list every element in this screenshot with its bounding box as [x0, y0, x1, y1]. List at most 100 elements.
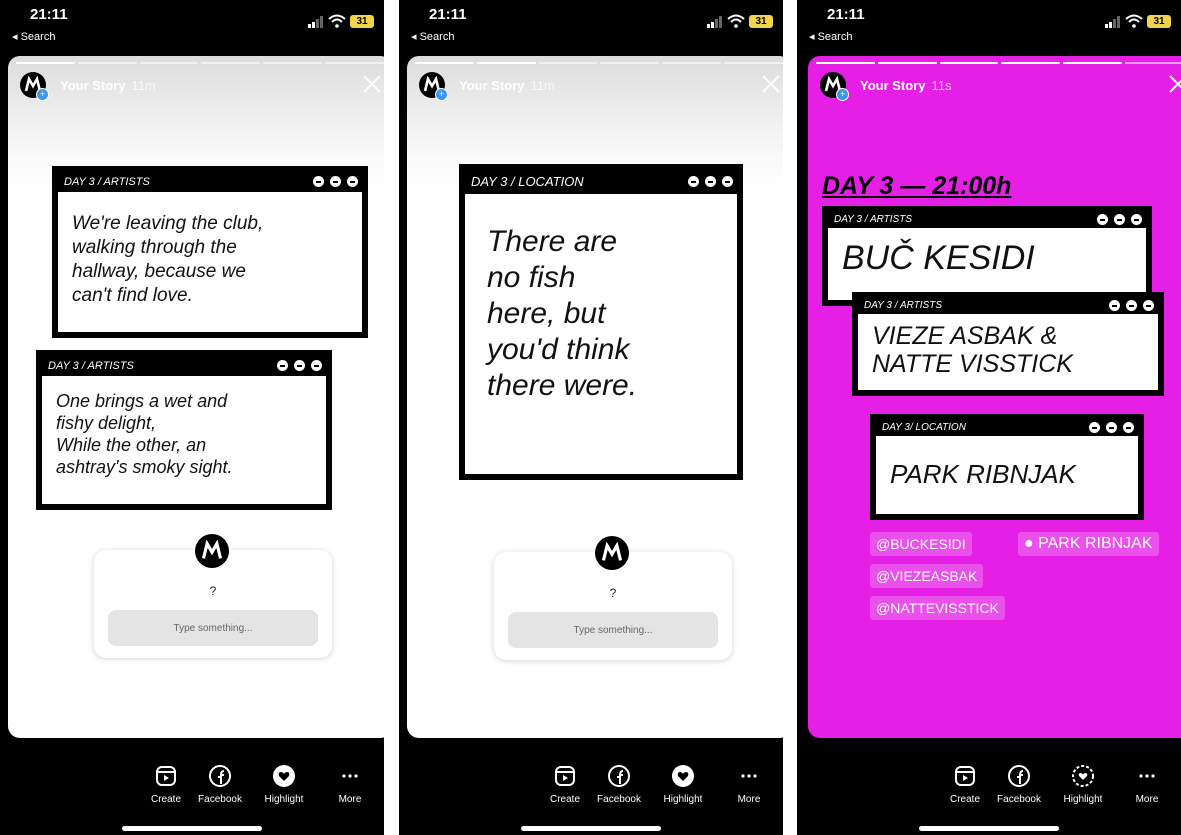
window-control-icon — [1097, 214, 1142, 225]
story-action-bar: Create Facebook Highlight More — [797, 738, 1181, 835]
question-sticker[interactable]: ? — [94, 534, 332, 658]
facebook-icon — [209, 765, 231, 787]
wifi-icon — [1125, 14, 1143, 28]
status-time: 21:11 — [30, 6, 68, 23]
question-answer-input[interactable] — [508, 612, 718, 648]
story-progress — [816, 62, 1181, 64]
text-window-artists: DAY 3 / ARTISTS VIEZE ASBAK & NATTE VISS… — [852, 292, 1164, 396]
highlight-icon — [1072, 765, 1094, 787]
highlight-button[interactable]: Highlight — [256, 764, 312, 805]
story-canvas[interactable]: + Your Story 11m DAY 3 / ARTISTS We're le… — [8, 56, 384, 738]
avatar — [195, 534, 229, 568]
location-pin-icon: ● — [1024, 535, 1039, 552]
question-prompt: ? — [609, 586, 617, 600]
window-text: There are no fish here, but you'd think … — [487, 225, 638, 402]
text-window-artists: DAY 3 / ARTISTS One brings a wet and fis… — [36, 350, 332, 510]
window-text: BUČ KESIDI — [842, 239, 1035, 277]
more-button[interactable]: More — [322, 764, 378, 805]
status-bar: 21:11 ◂ Search 31 — [0, 0, 384, 52]
battery-icon: 31 — [749, 15, 773, 28]
more-icon — [1139, 774, 1155, 778]
story-progress — [415, 62, 783, 64]
avatar[interactable]: + — [820, 72, 849, 101]
home-indicator[interactable] — [122, 826, 262, 831]
create-icon — [156, 766, 176, 786]
highlight-icon — [273, 765, 295, 787]
story-age: 11m — [131, 78, 156, 93]
avatar-logo-icon — [201, 540, 223, 559]
highlight-icon — [672, 765, 694, 787]
text-window-artists: DAY 3 / ARTISTS We're leaving the club, … — [52, 166, 368, 338]
avatar[interactable]: + — [20, 72, 49, 101]
status-bar: 21:11 ◂ Search 31 — [797, 0, 1181, 52]
mention-sticker[interactable]: @BUCKESIDI — [870, 532, 972, 556]
home-indicator[interactable] — [521, 826, 661, 831]
facebook-icon — [1008, 765, 1030, 787]
story-title: Your Story 11s — [860, 78, 952, 93]
close-icon[interactable] — [362, 74, 382, 94]
avatar-logo-icon — [601, 542, 623, 561]
facebook-button[interactable]: Facebook — [991, 764, 1047, 805]
window-control-icon — [1089, 422, 1134, 433]
window-text: PARK RIBNJAK — [890, 459, 1076, 489]
create-button[interactable]: Create — [537, 764, 593, 805]
day-heading: DAY 3 — 21:00h — [822, 172, 1012, 200]
add-story-badge: + — [836, 88, 849, 101]
more-icon — [741, 774, 757, 778]
back-to-search-link[interactable]: ◂ Search — [12, 30, 55, 43]
status-time: 21:11 — [827, 6, 865, 23]
facebook-button[interactable]: Facebook — [192, 764, 248, 805]
highlight-button[interactable]: Highlight — [1055, 764, 1111, 805]
battery-icon: 31 — [350, 15, 374, 28]
phone-screen-1: 21:11 ◂ Search 31 + Your Story 11m DAY 3 … — [0, 0, 384, 835]
window-control-icon — [277, 360, 322, 371]
window-text: One brings a wet and fishy delight, Whil… — [56, 391, 233, 477]
signal-icon — [1105, 16, 1120, 28]
signal-icon — [308, 16, 323, 28]
mention-sticker[interactable]: @NATTEVISSTICK — [870, 596, 1005, 620]
more-button[interactable]: More — [721, 764, 777, 805]
more-button[interactable]: More — [1119, 764, 1175, 805]
wifi-icon — [727, 14, 745, 28]
story-action-bar: Create Facebook Highlight More — [0, 738, 384, 835]
story-title: Your Story 11m — [60, 78, 156, 93]
back-to-search-link[interactable]: ◂ Search — [809, 30, 852, 43]
close-icon[interactable] — [761, 74, 781, 94]
more-icon — [342, 774, 358, 778]
battery-icon: 31 — [1147, 15, 1171, 28]
location-sticker[interactable]: ● PARK RIBNJAK — [1018, 532, 1159, 556]
question-prompt: ? — [209, 584, 217, 598]
story-age: 11s — [931, 78, 952, 93]
avatar[interactable]: + — [419, 72, 448, 101]
back-to-search-link[interactable]: ◂ Search — [411, 30, 454, 43]
story-title: Your Story 11m — [459, 78, 555, 93]
home-indicator[interactable] — [919, 826, 1059, 831]
create-button[interactable]: Create — [138, 764, 194, 805]
highlight-button[interactable]: Highlight — [655, 764, 711, 805]
signal-icon — [707, 16, 722, 28]
story-canvas[interactable]: + Your Story 11m DAY 3 / LOCATION There a… — [407, 56, 783, 738]
create-button[interactable]: Create — [937, 764, 993, 805]
add-story-badge: + — [435, 88, 448, 101]
phone-screen-3: 21:11 ◂ Search 31 + Your Story 11s DAY 3 … — [797, 0, 1181, 835]
question-answer-input[interactable] — [108, 610, 318, 646]
text-window-location: DAY 3/ LOCATION PARK RIBNJAK — [870, 414, 1144, 520]
window-text: We're leaving the club, walking through … — [72, 213, 264, 306]
facebook-button[interactable]: Facebook — [591, 764, 647, 805]
wifi-icon — [328, 14, 346, 28]
story-progress — [16, 62, 384, 64]
close-icon[interactable] — [1168, 74, 1181, 94]
create-icon — [555, 766, 575, 786]
text-window-artists: DAY 3 / ARTISTS BUČ KESIDI — [822, 206, 1152, 306]
mention-sticker[interactable]: @VIEZEASBAK — [870, 564, 984, 588]
text-window-location: DAY 3 / LOCATION There are no fish here,… — [459, 164, 743, 480]
story-action-bar: Create Facebook Highlight More — [399, 738, 783, 835]
add-story-badge: + — [36, 88, 49, 101]
story-age: 11m — [530, 78, 555, 93]
avatar — [595, 536, 629, 570]
window-control-icon — [313, 176, 358, 187]
question-sticker[interactable]: ? — [494, 536, 732, 660]
phone-screen-2: 21:11 ◂ Search 31 + Your Story 11m DAY 3 … — [399, 0, 783, 835]
story-canvas[interactable]: + Your Story 11s DAY 3 — 21:00h DAY 3 / A… — [808, 56, 1181, 738]
create-icon — [955, 766, 975, 786]
